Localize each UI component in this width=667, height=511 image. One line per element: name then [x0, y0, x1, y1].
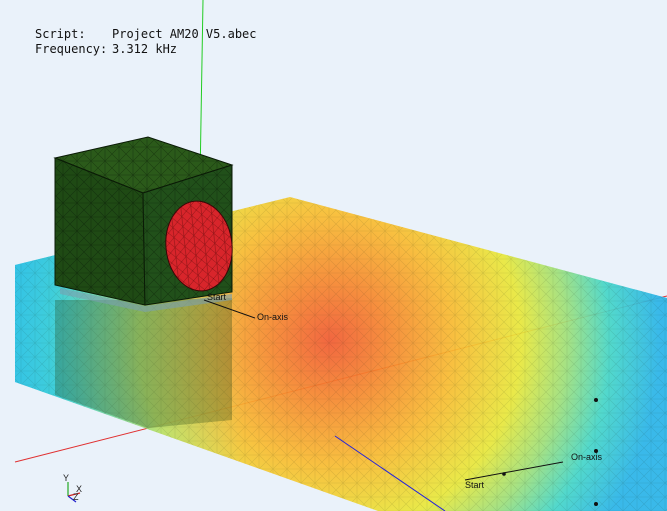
- 3d-viewport[interactable]: Start On-axis Start On-axis Y X Z Script…: [0, 0, 667, 511]
- script-label: Script:: [35, 27, 86, 41]
- frequency-info: Frequency: 3.312 kHz: [35, 42, 177, 57]
- script-value: Project AM20 V5.abec: [112, 27, 257, 41]
- frequency-value: 3.312 kHz: [112, 42, 178, 56]
- start-label-far: Start: [465, 480, 485, 490]
- enclosure-reflection: [55, 298, 232, 428]
- triad-y-label: Y: [63, 473, 69, 483]
- measurement-point: [594, 502, 598, 506]
- measurement-point: [594, 449, 598, 453]
- frequency-label: Frequency:: [35, 42, 108, 56]
- onaxis-label-near: On-axis: [257, 312, 289, 322]
- enclosure-box[interactable]: [53, 136, 237, 312]
- scene-canvas[interactable]: Start On-axis Start On-axis Y X Z: [0, 0, 667, 511]
- triad-z-label: Z: [73, 492, 79, 502]
- measurement-point: [594, 398, 598, 402]
- observation-point: [502, 472, 506, 476]
- orientation-triad: Y X Z: [63, 473, 82, 503]
- onaxis-label-far: On-axis: [571, 452, 603, 462]
- start-label-near: Start: [207, 292, 227, 302]
- script-info: Script: Project AM20 V5.abec: [35, 27, 257, 42]
